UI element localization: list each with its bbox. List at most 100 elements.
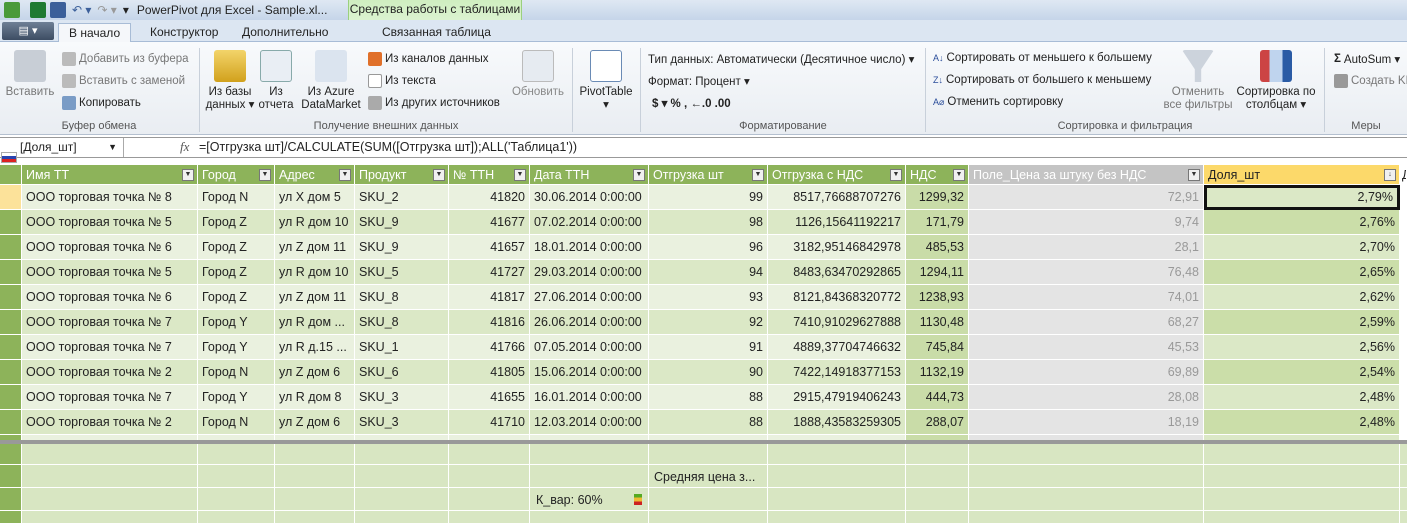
fx-icon[interactable]: fx [180, 139, 189, 155]
cell-date[interactable]: 30.06.2014 0:00:00 [530, 185, 649, 210]
cell-date[interactable]: 16.01.2014 0:00:00 [530, 385, 649, 410]
cell-share[interactable]: 2,65% [1204, 260, 1400, 285]
table-row[interactable]: ООО торговая точка № 6 Город Zул Z дом 11… [0, 285, 1407, 310]
cell-vat[interactable]: 171,79 [906, 210, 969, 235]
cell-product[interactable]: SKU_6 [355, 360, 449, 385]
filter-dropdown-icon[interactable]: ▼ [953, 169, 965, 181]
cell-qty[interactable]: 96 [649, 235, 768, 260]
cell-vat[interactable]: 444,73 [906, 385, 969, 410]
row-selector[interactable] [0, 310, 22, 335]
cell-price[interactable]: 28,08 [969, 385, 1204, 410]
table-row[interactable]: ООО торговая точка № 7 Город Yул R дом ..… [0, 310, 1407, 335]
formula-input[interactable]: =[Отгрузка шт]/CALCULATE(SUM([Отгрузка ш… [199, 140, 577, 154]
sort-ascending-button[interactable]: A↓ Сортировать от меньшего к большему [933, 52, 1152, 64]
clear-sort-button[interactable]: A⌀ Отменить сортировку [933, 96, 1063, 108]
cell-name[interactable]: ООО торговая точка № 7 [22, 335, 198, 360]
table-row[interactable]: ООО торговая точка № 5 Город Zул R дом 10… [0, 260, 1407, 285]
cell-vat[interactable]: 288,07 [906, 410, 969, 435]
measure-avg-price[interactable]: Средняя цена з... [654, 470, 755, 484]
column-header-price[interactable]: Поле_Цена за штуку без НДС ▼ [969, 165, 1204, 185]
number-format-buttons[interactable]: $ ▾ % , ←.0 .00 [652, 96, 731, 110]
cell-city[interactable]: Город Y [198, 385, 275, 410]
cell-qty[interactable]: 99 [649, 185, 768, 210]
tab-home[interactable]: В начало [58, 23, 132, 42]
cell-price[interactable]: 68,27 [969, 310, 1204, 335]
cell-city[interactable]: Город N [198, 360, 275, 385]
cell-name[interactable]: ООО торговая точка № 5 [22, 260, 198, 285]
row-selector[interactable] [0, 410, 22, 435]
cell-address[interactable]: ул Z дом 11 [275, 285, 355, 310]
paste-replace-button[interactable]: Вставить с заменой [62, 74, 185, 88]
cell-city[interactable]: Город Y [198, 310, 275, 335]
row-selector[interactable] [0, 260, 22, 285]
cell-product[interactable]: SKU_9 [355, 235, 449, 260]
cell-price[interactable]: 9,74 [969, 210, 1204, 235]
cell-price[interactable]: 18,19 [969, 410, 1204, 435]
cell-name[interactable]: ООО торговая точка № 7 [22, 310, 198, 335]
create-kpi-button[interactable]: Создать KP [1334, 74, 1407, 88]
cell-vat[interactable]: 1238,93 [906, 285, 969, 310]
cell-share[interactable]: 2,70% [1204, 235, 1400, 260]
column-header-address[interactable]: Адрес ▼ [275, 165, 355, 185]
cell-amount-vat[interactable]: 4889,37704746632 [768, 335, 906, 360]
cell-qty[interactable]: 92 [649, 310, 768, 335]
file-menu-button[interactable]: ▤ ▾ [2, 22, 54, 40]
column-header-ttn[interactable]: № ТТН ▼ [449, 165, 530, 185]
cell-address[interactable]: ул Z дом 11 [275, 235, 355, 260]
column-header-date[interactable]: Дата ТТН ▼ [530, 165, 649, 185]
cell-amount-vat[interactable]: 8121,84368320772 [768, 285, 906, 310]
row-selector[interactable] [0, 335, 22, 360]
column-header-amount-vat[interactable]: Отгрузка с НДС ▼ [768, 165, 906, 185]
cell-name[interactable]: ООО торговая точка № 7 [22, 385, 198, 410]
append-button[interactable]: Добавить из буфера [62, 52, 189, 66]
cell-amount-vat[interactable]: 8517,76688707276 [768, 185, 906, 210]
table-row[interactable]: ООО торговая точка № 7 Город Yул R д.15 .… [0, 335, 1407, 360]
cell-qty[interactable]: 91 [649, 335, 768, 360]
from-report-button[interactable]: Из отчета [256, 50, 296, 112]
cell-address[interactable]: ул R дом ... [275, 310, 355, 335]
cell-qty[interactable]: 88 [649, 385, 768, 410]
cell-product[interactable]: SKU_2 [355, 185, 449, 210]
tab-design[interactable]: Конструктор [140, 23, 228, 42]
table-row[interactable]: ООО торговая точка № 2Город Nул Z дом 6S… [0, 360, 1407, 385]
cell-city[interactable]: Город Z [198, 235, 275, 260]
column-header-next[interactable]: Д [1400, 165, 1407, 185]
clear-filters-button[interactable]: Отменить все фильтры [1162, 50, 1234, 112]
cell-ttn[interactable]: 41677 [449, 210, 530, 235]
cell-price[interactable]: 72,91 [969, 185, 1204, 210]
from-text-button[interactable]: Из текста [368, 74, 436, 88]
from-azure-button[interactable]: Из Azure DataMarket [298, 50, 364, 112]
cell-share[interactable]: 2,56% [1204, 335, 1400, 360]
table-row[interactable]: ООО торговая точка № 7 Город Yул R дом 8S… [0, 385, 1407, 410]
cell-city[interactable]: Город Y [198, 335, 275, 360]
format-dropdown[interactable]: Формат: Процент ▾ [648, 74, 750, 88]
cell-city[interactable]: Город N [198, 185, 275, 210]
cell-vat[interactable]: 485,53 [906, 235, 969, 260]
column-header-product[interactable]: Продукт ▼ [355, 165, 449, 185]
cell-amount-vat[interactable]: 2915,47919406243 [768, 385, 906, 410]
cell-date[interactable]: 07.02.2014 0:00:00 [530, 210, 649, 235]
pivottable-button[interactable]: PivotTable ▾ [576, 50, 636, 112]
cell-product[interactable]: SKU_5 [355, 260, 449, 285]
cell-date[interactable]: 18.01.2014 0:00:00 [530, 235, 649, 260]
cell-date[interactable]: 12.03.2014 0:00:00 [530, 410, 649, 435]
cell-product[interactable]: SKU_1 [355, 335, 449, 360]
cell-share[interactable]: 2,54% [1204, 360, 1400, 385]
table-row[interactable]: ООО торговая точка № 6 Город Zул Z дом 11… [0, 235, 1407, 260]
cell-price[interactable]: 74,01 [969, 285, 1204, 310]
row-selector[interactable] [0, 285, 22, 310]
column-header-share[interactable]: Доля_шт ↓ [1204, 165, 1400, 185]
row-selector[interactable] [0, 385, 22, 410]
cell-product[interactable]: SKU_9 [355, 210, 449, 235]
cell-date[interactable]: 29.03.2014 0:00:00 [530, 260, 649, 285]
redo-icon[interactable]: ↷ ▾ [97, 3, 116, 17]
cell-product[interactable]: SKU_8 [355, 310, 449, 335]
cell-ttn[interactable]: 41727 [449, 260, 530, 285]
cell-price[interactable]: 76,48 [969, 260, 1204, 285]
filter-dropdown-icon[interactable]: ▼ [890, 169, 902, 181]
cell-name[interactable]: ООО торговая точка № 6 [22, 285, 198, 310]
customize-qat-icon[interactable]: ▾ [123, 3, 129, 17]
cell-ttn[interactable]: 41805 [449, 360, 530, 385]
cell-date[interactable]: 26.06.2014 0:00:00 [530, 310, 649, 335]
cell-amount-vat[interactable]: 7410,91029627888 [768, 310, 906, 335]
